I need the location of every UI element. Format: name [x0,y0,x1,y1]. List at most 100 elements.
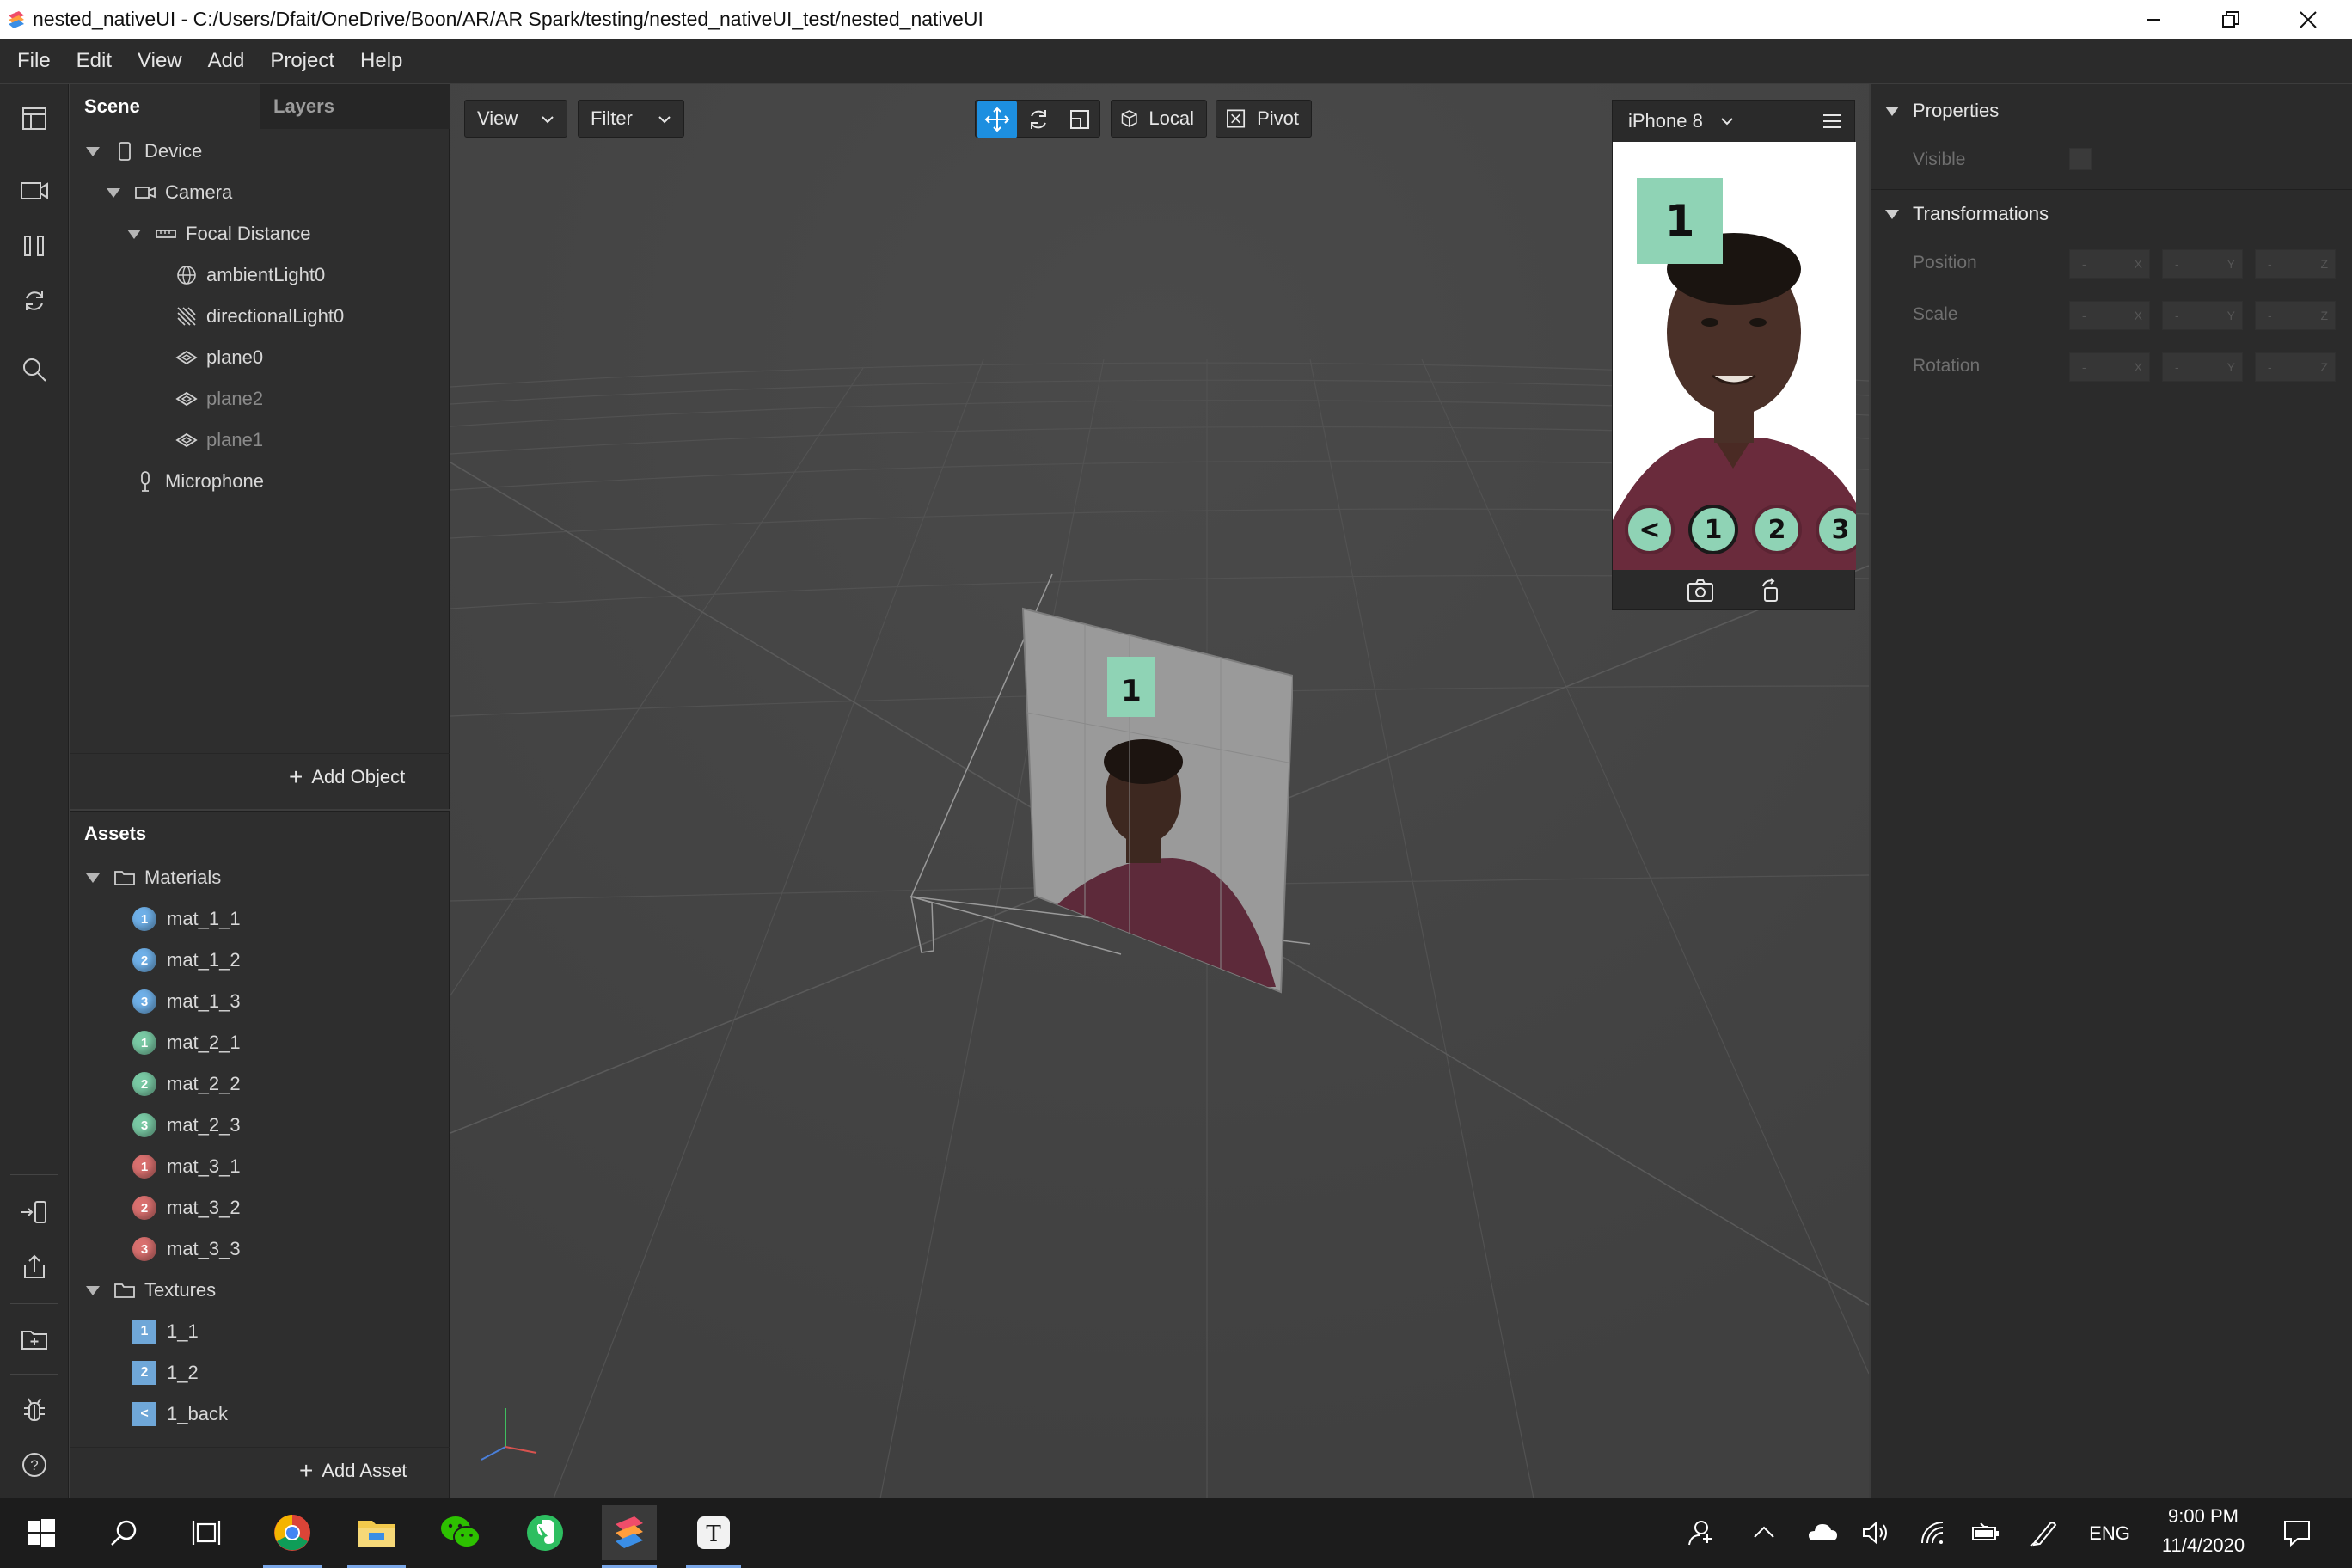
texture-item[interactable]: 2 1_2 [132,1354,199,1392]
option-2-button[interactable]: 2 [1752,505,1802,554]
menu-edit[interactable]: Edit [77,49,112,73]
tree-item-plane0[interactable]: plane0 [175,339,263,377]
tab-scene[interactable]: Scene [70,84,260,129]
onedrive-button[interactable] [1795,1505,1850,1560]
expand-arrow-icon[interactable] [86,873,100,883]
tree-item-ambientlight0[interactable]: ambientLight0 [175,256,325,294]
tree-item-microphone[interactable]: Microphone [134,462,264,500]
tree-item-focal-distance[interactable]: Focal Distance [127,215,311,253]
back-button[interactable]: < [1625,505,1675,554]
folder-textures[interactable]: Textures [86,1271,216,1309]
material-item[interactable]: 3 mat_2_3 [132,1106,241,1144]
material-item[interactable]: 3 mat_3_3 [132,1230,241,1268]
evernote-app[interactable] [518,1505,573,1560]
menu-help[interactable]: Help [360,49,402,73]
battery-button[interactable] [1958,1505,2013,1560]
task-view-button[interactable] [179,1505,234,1560]
local-space-button[interactable]: Local [1111,100,1207,138]
restart-button[interactable] [17,284,52,318]
rotate-device-icon[interactable] [1758,578,1784,603]
language-indicator[interactable]: ENG [2084,1522,2135,1545]
expand-arrow-icon[interactable] [86,146,100,156]
pause-button[interactable] [17,229,52,263]
restore-button[interactable] [2192,0,2269,39]
volume-button[interactable] [1848,1505,1903,1560]
start-button[interactable] [14,1505,69,1560]
pen-button[interactable] [2017,1505,2072,1560]
menu-view[interactable]: View [138,49,182,73]
file-explorer-app[interactable] [349,1505,404,1560]
transformations-section-header[interactable]: Transformations [1885,203,2049,225]
scale-z-field[interactable]: -Z [2255,301,2336,330]
tree-item-plane1[interactable]: plane1 [175,421,263,459]
export-button[interactable] [17,1250,52,1284]
close-button[interactable] [2269,0,2347,39]
material-item[interactable]: 1 mat_3_1 [132,1148,241,1185]
search-taskbar-button[interactable] [96,1505,151,1560]
tree-item-directionallight0[interactable]: directionalLight0 [175,297,344,335]
material-item[interactable]: 1 mat_1_1 [132,900,241,938]
pivot-button[interactable]: Pivot [1216,100,1312,138]
collapse-arrow-icon[interactable] [1885,106,1899,116]
tab-layers[interactable]: Layers [260,84,449,129]
wechat-app[interactable] [433,1505,488,1560]
position-y-field[interactable]: -Y [2162,249,2243,279]
rotation-x-field[interactable]: -X [2069,352,2150,382]
add-object-button[interactable]: + Add Object [289,763,405,791]
network-button[interactable] [1905,1505,1960,1560]
menu-add[interactable]: Add [208,49,245,73]
menu-file[interactable]: File [17,49,51,73]
help-button[interactable]: ? [17,1448,52,1482]
video-button[interactable] [17,174,52,208]
folder-materials[interactable]: Materials [86,859,221,897]
simulator-screen[interactable]: 1 < 1 2 3 [1613,142,1856,570]
rotation-y-field[interactable]: -Y [2162,352,2243,382]
view-dropdown[interactable]: View [464,100,567,138]
switch-camera-icon[interactable] [1686,578,1715,603]
rotation-z-field[interactable]: -Z [2255,352,2336,382]
scale-tool-button[interactable] [1060,101,1099,138]
material-item[interactable]: 2 mat_3_2 [132,1189,241,1227]
chrome-app[interactable] [265,1505,320,1560]
rotate-tool-button[interactable] [1019,101,1058,138]
send-to-device-button[interactable] [17,1195,52,1229]
visible-checkbox[interactable] [2069,148,2092,170]
move-tool-button[interactable] [977,101,1017,138]
texture-item[interactable]: < 1_back [132,1395,228,1433]
search-button[interactable] [17,352,52,387]
show-hidden-icons-button[interactable] [1736,1505,1792,1560]
properties-section-header[interactable]: Properties [1885,100,1999,122]
menu-project[interactable]: Project [270,49,334,73]
tree-item-plane2[interactable]: plane2 [175,380,263,418]
layout-button[interactable] [17,101,52,136]
library-button[interactable] [17,1322,52,1357]
filter-dropdown[interactable]: Filter [578,100,684,138]
hamburger-menu-icon[interactable] [1822,112,1842,131]
collapse-arrow-icon[interactable] [1885,209,1899,219]
texture-item[interactable]: 1 1_1 [132,1313,199,1351]
tree-item-camera[interactable]: Camera [107,174,232,211]
add-asset-button[interactable]: + Add Asset [299,1457,407,1485]
position-x-field[interactable]: -X [2069,249,2150,279]
people-button[interactable] [1671,1505,1726,1560]
option-1-button[interactable]: 1 [1688,505,1738,554]
spark-ar-app[interactable] [602,1505,657,1560]
material-item[interactable]: 2 mat_1_2 [132,941,241,979]
material-item[interactable]: 2 mat_2_2 [132,1065,241,1103]
tree-item-device[interactable]: Device [86,132,202,170]
material-item[interactable]: 1 mat_2_1 [132,1024,241,1062]
clock-time[interactable]: 9:00 PM [2146,1505,2261,1528]
expand-arrow-icon[interactable] [107,187,120,198]
scale-y-field[interactable]: -Y [2162,301,2243,330]
expand-arrow-icon[interactable] [86,1285,100,1295]
action-center-button[interactable] [2269,1505,2324,1560]
scale-x-field[interactable]: -X [2069,301,2150,330]
clock-date[interactable]: 11/4/2020 [2146,1534,2261,1557]
expand-arrow-icon[interactable] [127,229,141,239]
debug-button[interactable] [17,1393,52,1427]
position-z-field[interactable]: -Z [2255,249,2336,279]
typora-app[interactable]: T [686,1505,741,1560]
device-selector[interactable]: iPhone 8 [1613,101,1856,142]
minimize-button[interactable] [2115,0,2192,39]
material-item[interactable]: 3 mat_1_3 [132,983,241,1020]
